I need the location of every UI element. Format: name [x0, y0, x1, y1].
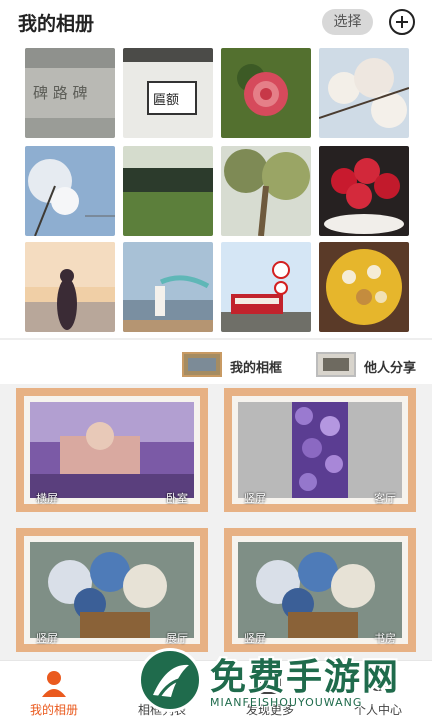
frame-orientation-label: 竖屏: [36, 632, 58, 645]
frame-card[interactable]: 横屏 卧室: [16, 388, 208, 512]
section-divider: [0, 338, 432, 340]
tab-my-frames[interactable]: 我的相框: [182, 350, 292, 378]
woman-scarf-beach-photo[interactable]: [123, 242, 213, 332]
red-tram-photo[interactable]: [221, 242, 311, 332]
watermark-logo-icon: [138, 648, 202, 712]
page-title: 我的相册: [18, 13, 95, 35]
add-icon[interactable]: [389, 9, 415, 35]
green-meadow-photo[interactable]: [123, 146, 213, 236]
watermark-subtext: MIANFEISHOUYOUWANG: [210, 696, 363, 709]
tab-my-frames-label: 我的相框: [230, 361, 283, 376]
person-icon: [40, 669, 68, 697]
shared-frames-thumbnail: [316, 352, 356, 377]
frame-orientation-label: 横屏: [36, 492, 58, 505]
frame-list: 横屏 卧室 竖屏 客厅 竖屏 展厅 竖屏 书房: [0, 384, 432, 660]
frame-tabs: 我的相框 他人分享: [0, 346, 432, 382]
frame-room-label: 卧室: [166, 492, 188, 505]
svg-text:碑 路 碑: 碑 路 碑: [33, 84, 88, 102]
frame-room-label: 客厅: [374, 492, 396, 505]
frame-card[interactable]: 竖屏 客厅: [224, 388, 416, 512]
site-watermark: 免费手游网 MIANFEISHOUYOUWANG: [130, 644, 430, 720]
frame-orientation-label: 竖屏: [244, 492, 266, 505]
blossom-tree-sky-photo[interactable]: [25, 146, 115, 236]
blossom-branches-photo[interactable]: [319, 48, 409, 138]
svg-text:匾额: 匾额: [153, 93, 179, 108]
photo-grid: 碑 路 碑 匾额: [0, 44, 432, 336]
stone-inscription-photo[interactable]: 碑 路 碑: [25, 48, 115, 138]
tab-label: 我的相册: [29, 703, 78, 717]
frame-card[interactable]: 竖屏 书房: [224, 528, 416, 652]
palace-painting: [30, 402, 194, 498]
frame-card[interactable]: 竖屏 展厅: [16, 528, 208, 652]
tree-upward-photo[interactable]: [221, 146, 311, 236]
top-bar: 我的相册 选择: [0, 0, 432, 44]
fruit-platter-photo[interactable]: [319, 242, 409, 332]
tab-shared-frames-label: 他人分享: [364, 361, 417, 376]
tab-shared-frames[interactable]: 他人分享: [316, 350, 432, 378]
flower-basket-painting: [238, 542, 402, 638]
camellia-flower-photo[interactable]: [221, 48, 311, 138]
flower-basket-painting: [30, 542, 194, 638]
select-button[interactable]: 选择: [322, 9, 373, 35]
raspberries-bowl-photo[interactable]: [319, 146, 409, 236]
woman-sunset-beach-photo[interactable]: [25, 242, 115, 332]
my-frames-thumbnail: [182, 352, 222, 377]
purple-flowers-painting: [292, 402, 348, 498]
wall-plaque-photo[interactable]: 匾额: [123, 48, 213, 138]
tab-my-album[interactable]: 我的相册: [0, 661, 108, 721]
watermark-text: 免费手游网: [210, 657, 401, 698]
